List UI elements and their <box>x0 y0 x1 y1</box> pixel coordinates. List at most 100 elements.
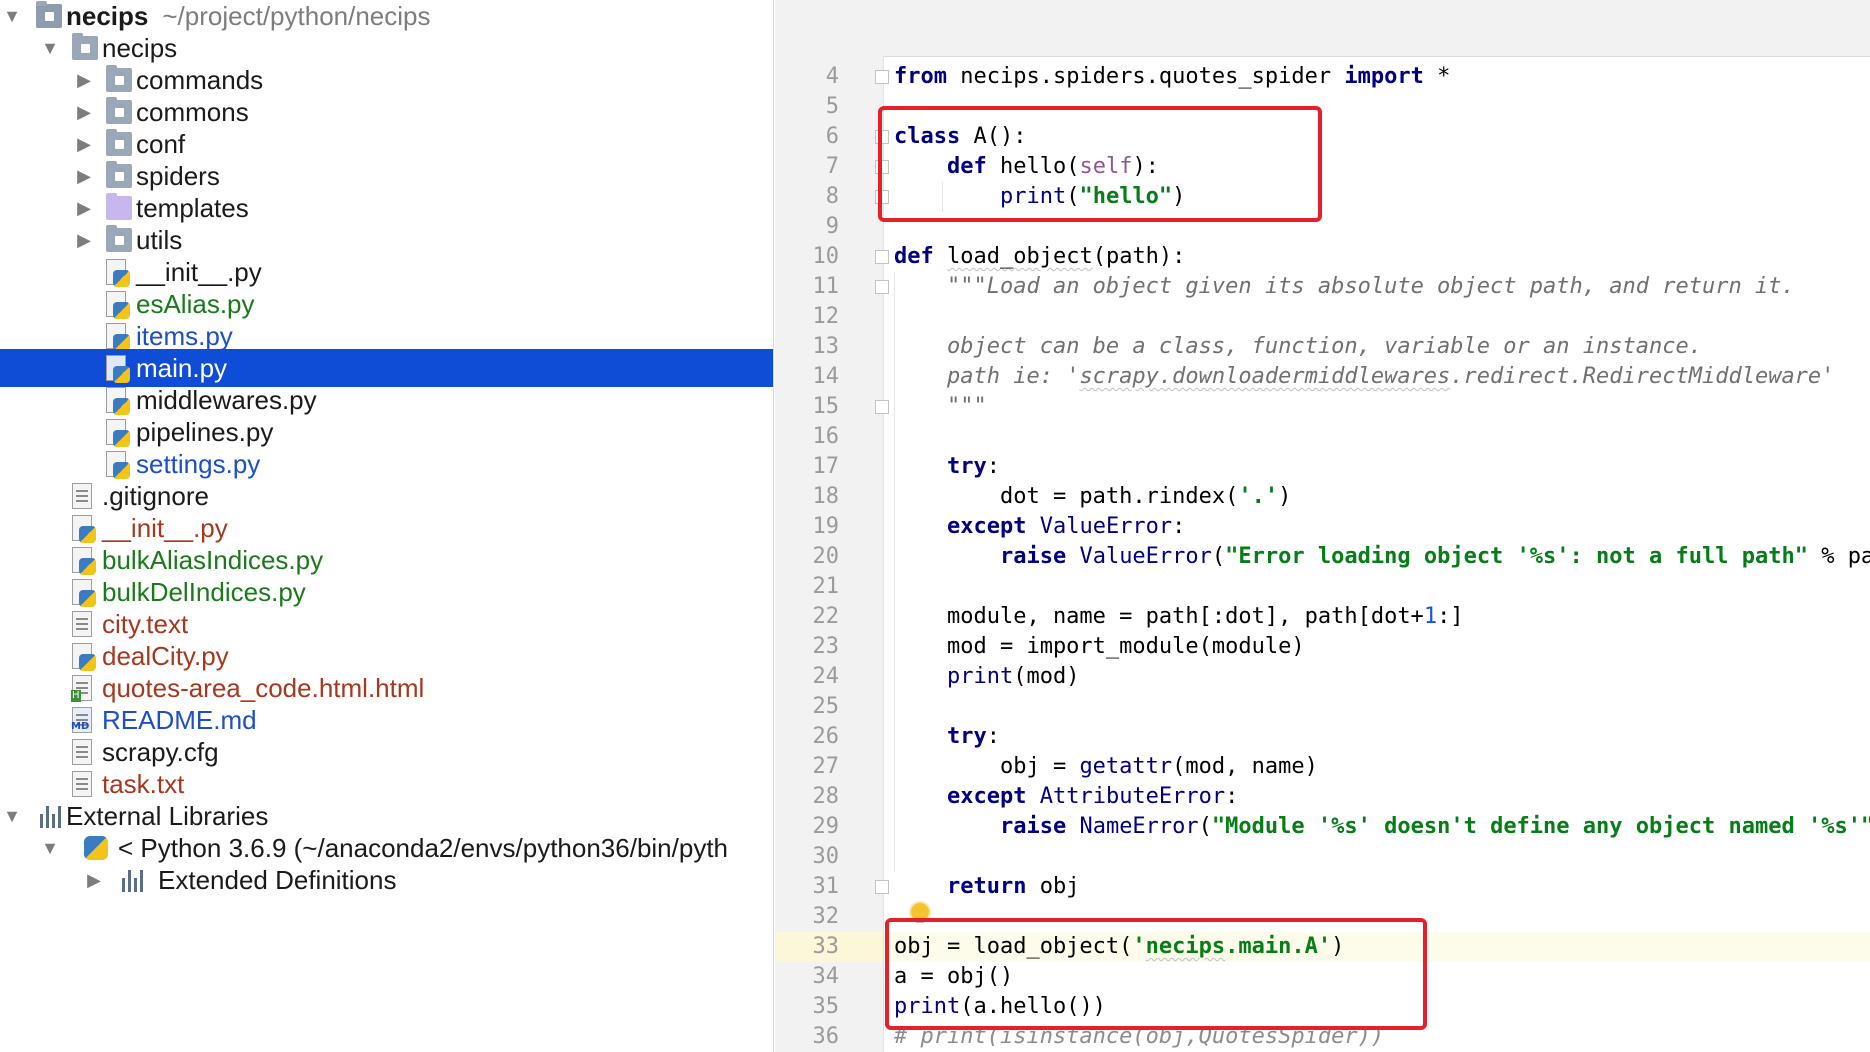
text-file-icon <box>72 483 92 509</box>
collapse-arrow-icon[interactable]: ▶ <box>82 861 106 899</box>
project-tree[interactable]: ▼ necips ~/project/python/necips ▼ necips ▶ co… <box>0 0 774 1052</box>
line-number: 4 <box>825 64 839 89</box>
python-file-icon <box>72 547 96 575</box>
code-line: """Load an object given its absolute obj… <box>894 272 1795 302</box>
indent-guide <box>894 272 895 872</box>
line-number: 13 <box>812 334 840 359</box>
folder-icon <box>72 33 98 60</box>
python-file-icon <box>106 387 130 415</box>
python-logo-icon <box>84 836 108 860</box>
line-number: 7 <box>825 154 839 179</box>
code-text: necips.spiders.quotes_spider <box>946 64 1345 89</box>
code-text: (mod) <box>1013 664 1080 689</box>
keyword: from <box>894 64 947 89</box>
line-number: 22 <box>812 604 840 629</box>
line-number: 32 <box>812 904 840 929</box>
code-text: :] <box>1437 604 1464 629</box>
code-text: ( <box>1198 814 1212 839</box>
string-literal: '.' <box>1238 484 1279 509</box>
code-editor[interactable]: 4 5 6 7 8 9 10 11 12 13 14 15 16 17 18 19 20 21 22 23 24 25 26… <box>775 0 1870 1052</box>
line-number: 36 <box>812 1024 840 1049</box>
folder-icon <box>106 97 132 124</box>
builtin-name: ValueError <box>1079 544 1212 569</box>
code-text: (mod, name) <box>1172 754 1318 779</box>
code-line: try: <box>894 452 1000 482</box>
python-file-icon <box>72 515 96 543</box>
python-file-icon <box>106 323 130 351</box>
editor-tab-bar <box>775 0 1870 57</box>
code-line: return obj <box>894 872 1079 902</box>
fold-marker-icon[interactable] <box>875 70 889 84</box>
code-line: from necips.spiders.quotes_spider import… <box>894 62 1450 92</box>
code-line: module, name = path[:dot], path[dot+1:] <box>894 602 1464 632</box>
code-text: : <box>1225 784 1239 809</box>
line-number: 17 <box>812 454 840 479</box>
keyword: raise <box>999 544 1067 569</box>
highlight-box-usage <box>885 918 1427 1030</box>
line-number: 24 <box>812 664 840 689</box>
docstring: .redirect.RedirectMiddleware' <box>1450 364 1835 389</box>
libraries-icon <box>40 804 66 828</box>
line-number: 26 <box>812 724 840 749</box>
fold-marker-icon[interactable] <box>875 280 889 294</box>
text-file-icon <box>72 739 92 765</box>
folder-icon <box>106 129 132 156</box>
code-line: except AttributeError: <box>894 782 1238 812</box>
python-file-icon <box>106 259 130 287</box>
python-file-icon <box>106 451 130 479</box>
highlight-box-class-a <box>878 106 1322 222</box>
md-badge-icon: MD <box>71 721 90 732</box>
string-literal: "Module '%s' doesn't define any object n… <box>1211 814 1870 839</box>
fold-marker-icon[interactable] <box>875 400 889 414</box>
code-text: ( <box>1211 544 1226 569</box>
line-number: 31 <box>812 874 840 899</box>
line-number-gutter: 4 5 6 7 8 9 10 11 12 13 14 15 16 17 18 19 20 21 22 23 24 25 26… <box>775 56 889 1052</box>
line-number: 12 <box>812 304 840 329</box>
line-number: 9 <box>825 214 839 239</box>
html-file-icon: H <box>71 675 92 702</box>
python-file-icon <box>106 355 130 383</box>
folder-icon <box>106 65 132 92</box>
line-number: 30 <box>812 844 840 869</box>
line-number: 14 <box>812 364 840 389</box>
code-text: % path) <box>1821 544 1870 569</box>
line-number: 20 <box>812 544 840 569</box>
line-number: 34 <box>812 964 840 989</box>
docstring: """Load an object given its absolute obj… <box>946 274 1795 299</box>
line-number: 11 <box>812 274 840 299</box>
line-number: 10 <box>812 244 840 269</box>
line-number: 15 <box>812 394 840 419</box>
code-line: print(mod) <box>894 662 1079 692</box>
line-number: 27 <box>812 754 840 779</box>
fold-marker-icon[interactable] <box>875 250 889 264</box>
code-line: except ValueError: <box>894 512 1185 542</box>
folder-icon <box>106 161 132 188</box>
line-number: 35 <box>812 994 840 1019</box>
line-number: 23 <box>812 634 840 659</box>
code-line: dot = path.rindex('.') <box>894 482 1291 512</box>
code-line: mod = import_module(module) <box>894 632 1305 662</box>
fold-marker-icon[interactable] <box>875 880 889 894</box>
code-line: def load_object(path): <box>894 242 1185 272</box>
code-line: obj = getattr(mod, name) <box>894 752 1318 782</box>
tree-item-extended-definitions[interactable]: ▶ Extended Definitions <box>0 861 773 899</box>
line-number: 18 <box>812 484 840 509</box>
keyword: def <box>894 244 934 269</box>
text-file-icon <box>72 771 92 797</box>
python-file-icon <box>106 291 130 319</box>
markdown-file-icon: MD <box>71 707 92 733</box>
string-literal: "Error loading object '%s': not a full p… <box>1225 544 1808 569</box>
